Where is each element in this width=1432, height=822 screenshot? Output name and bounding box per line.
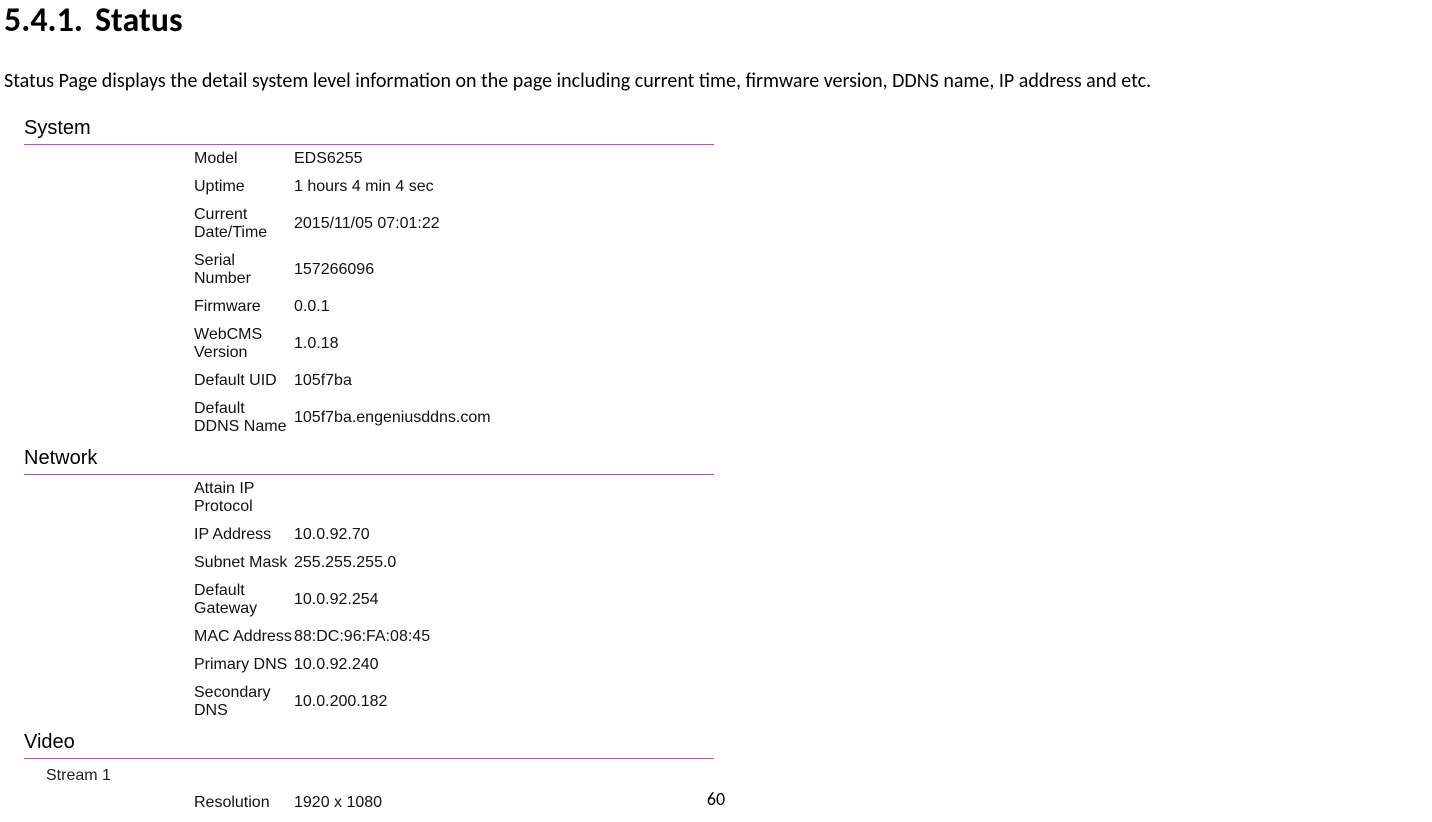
heading-number: 5.4.1. [4, 0, 83, 41]
table-row: Default Gateway10.0.92.254 [24, 577, 714, 623]
row-label: Model [24, 150, 294, 168]
heading-title: Status [95, 0, 183, 41]
table-row: Serial Number157266096 [24, 247, 714, 293]
doc-heading: 5.4.1. Status [4, 0, 1432, 41]
table-row: Primary DNS10.0.92.240 [24, 651, 714, 679]
table-row: Default UID105f7ba [24, 367, 714, 395]
row-value: 255.255.255.0 [294, 554, 714, 572]
row-label: Current Date/Time [24, 206, 294, 242]
doc-intro: Status Page displays the detail system l… [4, 69, 1432, 93]
row-value: 10.0.92.240 [294, 656, 714, 674]
row-value: 1.0.18 [294, 335, 714, 353]
row-value: EDS6255 [294, 150, 714, 168]
section-network-rows: Attain IP Protocol IP Address10.0.92.70 … [24, 475, 714, 725]
table-row: Current Date/Time2015/11/05 07:01:22 [24, 201, 714, 247]
row-label: Uptime [24, 178, 294, 196]
row-label: MAC Address [24, 628, 294, 646]
row-value: 105f7ba.engeniusddns.com [294, 409, 714, 427]
table-row: Default DDNS Name105f7ba.engeniusddns.co… [24, 395, 714, 441]
table-row: ModelEDS6255 [24, 145, 714, 173]
row-value: 1 hours 4 min 4 sec [294, 178, 714, 196]
status-panel: System ModelEDS6255 Uptime1 hours 4 min … [24, 111, 714, 817]
table-row: Attain IP Protocol [24, 475, 714, 521]
section-video-header: Video [24, 725, 714, 759]
row-label: Default DDNS Name [24, 400, 294, 436]
row-label: Serial Number [24, 252, 294, 288]
row-value: 157266096 [294, 261, 714, 279]
table-row: Subnet Mask255.255.255.0 [24, 549, 714, 577]
section-network-header: Network [24, 441, 714, 475]
row-label: Default UID [24, 372, 294, 390]
section-system-rows: ModelEDS6255 Uptime1 hours 4 min 4 sec C… [24, 145, 714, 441]
row-value: 2015/11/05 07:01:22 [294, 215, 714, 233]
row-value: 105f7ba [294, 372, 714, 390]
table-row: Firmware0.0.1 [24, 293, 714, 321]
section-system-header: System [24, 111, 714, 145]
row-label: IP Address [24, 526, 294, 544]
row-label: Firmware [24, 298, 294, 316]
table-row: Secondary DNS10.0.200.182 [24, 679, 714, 725]
row-value: 10.0.200.182 [294, 693, 714, 711]
table-row: MAC Address88:DC:96:FA:08:45 [24, 623, 714, 651]
row-label: Primary DNS [24, 656, 294, 674]
page-number: 60 [0, 788, 1432, 810]
row-value: 88:DC:96:FA:08:45 [294, 628, 714, 646]
table-row: WebCMS Version1.0.18 [24, 321, 714, 367]
section-video-subheader: Stream 1 [24, 759, 714, 789]
row-value: 10.0.92.70 [294, 526, 714, 544]
row-label: Subnet Mask [24, 554, 294, 572]
table-row: IP Address10.0.92.70 [24, 521, 714, 549]
row-value: 0.0.1 [294, 298, 714, 316]
table-row: Uptime1 hours 4 min 4 sec [24, 173, 714, 201]
row-label: WebCMS Version [24, 326, 294, 362]
row-label: Secondary DNS [24, 684, 294, 720]
row-label: Attain IP Protocol [24, 480, 294, 516]
row-label: Default Gateway [24, 582, 294, 618]
row-value: 10.0.92.254 [294, 591, 714, 609]
